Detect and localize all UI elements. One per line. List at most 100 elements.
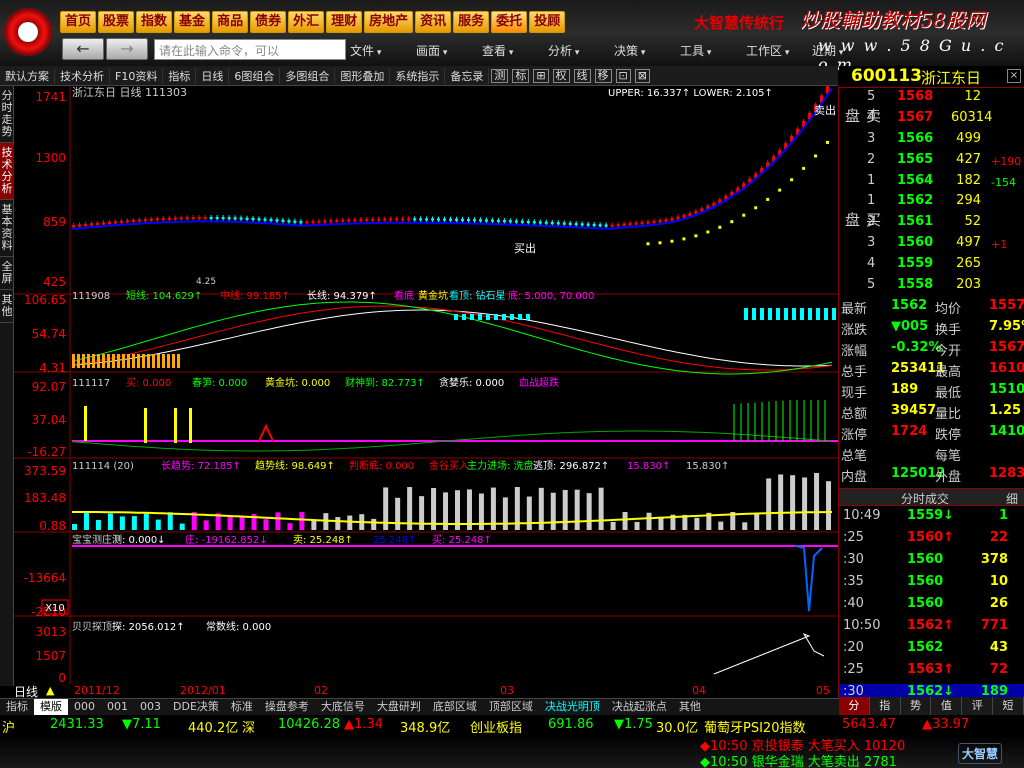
right-tab-3[interactable]: 值 — [931, 697, 963, 715]
menu-4[interactable]: 决策 — [614, 42, 680, 59]
yellow-bar — [77, 354, 80, 368]
toolbar-item-11[interactable]: 标 — [512, 68, 530, 83]
indicator-tab-6[interactable]: 标准 — [225, 699, 259, 715]
menu-6[interactable]: 工作区 — [746, 42, 812, 59]
toolbar-item-16[interactable]: ⊡ — [615, 68, 631, 83]
indicator-tab-8[interactable]: 大底信号 — [315, 699, 371, 715]
nav-1[interactable]: 股票 — [98, 11, 135, 33]
tick-row[interactable]: :25 1563↑ 72 — [839, 662, 1024, 683]
toolbar-item-17[interactable]: ⊠ — [634, 68, 650, 83]
indicator-tab-5[interactable]: DDE决策 — [167, 699, 225, 715]
buy-row[interactable]: 1 1562 294 — [839, 193, 1024, 214]
nav-12[interactable]: 投顾 — [529, 11, 566, 33]
indicator-tab-3[interactable]: 001 — [101, 699, 134, 715]
toolbar-item-6[interactable]: 多图组合 — [280, 67, 336, 84]
nav-2[interactable]: 指数 — [136, 11, 173, 33]
indicator-tab-9[interactable]: 大盘研判 — [371, 699, 427, 715]
nav-8[interactable]: 房地产 — [364, 11, 414, 33]
cyan-bar — [478, 314, 482, 320]
toolbar-item-15[interactable]: 移 — [594, 68, 612, 83]
chart-area[interactable]: 1741 1300 859 425 106.65 54.74 4.31 92.07 37.04 -… — [14, 86, 838, 684]
candle — [407, 218, 411, 221]
indicator-tab-12[interactable]: 决战光明顶 — [539, 699, 606, 715]
index-14: ▲33.97 — [922, 717, 970, 732]
toolbar-item-3[interactable]: 指标 — [163, 67, 197, 84]
menu-7[interactable]: 近期 — [812, 42, 878, 59]
tick-row[interactable]: :35 1560 10 — [839, 574, 1024, 595]
nav-6[interactable]: 外汇 — [288, 11, 325, 33]
right-tab-2[interactable]: 势 — [900, 697, 932, 715]
nav-5[interactable]: 债券 — [250, 11, 287, 33]
period-arrow-icon[interactable]: ▲ — [46, 684, 54, 697]
tick-row[interactable]: 10:49 1559↓ 1 — [839, 508, 1024, 529]
tick-time: :20 — [843, 640, 864, 655]
nav-0[interactable]: 首页 — [60, 11, 97, 33]
toolbar-item-7[interactable]: 图形叠加 — [335, 67, 391, 84]
menu-2[interactable]: 查看 — [482, 42, 548, 59]
left-tab-2[interactable]: 基本资料 — [0, 200, 14, 257]
candle — [299, 221, 303, 224]
index-12: 葡萄牙PSI20指数 — [704, 721, 806, 736]
indicator-tab-0[interactable]: 指标 — [0, 699, 34, 715]
right-tab-0[interactable]: 分 — [839, 697, 870, 715]
toolbar-item-8[interactable]: 系统指示 — [390, 67, 446, 84]
buy-row[interactable]: 5 1558 203 — [839, 277, 1024, 298]
right-tab-1[interactable]: 指 — [869, 697, 901, 715]
toolbar-item-4[interactable]: 日线 — [196, 67, 230, 84]
right-tab-5[interactable]: 短 — [993, 697, 1024, 715]
indicator-tab-10[interactable]: 底部区域 — [427, 699, 483, 715]
toolbar-item-9[interactable]: 备忘录 — [445, 67, 490, 84]
toolbar-item-2[interactable]: F10资料 — [110, 67, 164, 84]
indicator-tab-14[interactable]: 其他 — [673, 699, 707, 715]
toolbar-item-12[interactable]: ⊞ — [533, 68, 549, 83]
panel3-title: 111117 — [72, 378, 110, 389]
volume-bar — [562, 489, 568, 530]
tick-row[interactable]: :20 1562 43 — [839, 640, 1024, 661]
tick-row[interactable]: :40 1560 26 — [839, 596, 1024, 617]
nav-7[interactable]: 理财 — [326, 11, 363, 33]
indicator-tab-2[interactable]: 000 — [68, 699, 101, 715]
forward-button[interactable]: → — [106, 38, 148, 60]
tick-row[interactable]: :25 1560↑ 22 — [839, 530, 1024, 551]
nav-3[interactable]: 基金 — [174, 11, 211, 33]
indicator-tab-4[interactable]: 003 — [134, 699, 167, 715]
period-label[interactable]: 日线 — [14, 683, 38, 700]
indicator-tab-11[interactable]: 顶部区域 — [483, 699, 539, 715]
nav-10[interactable]: 服务 — [453, 11, 490, 33]
short-line — [71, 301, 833, 375]
command-input[interactable]: 请在此输入命令，可以 — [154, 39, 346, 60]
toolbar-item-13[interactable]: 权 — [552, 68, 570, 83]
toolbar-item-10[interactable]: 测 — [491, 68, 509, 83]
tick-row[interactable]: :30 1560 378 — [839, 552, 1024, 573]
tick-detail-button[interactable]: 细 — [1006, 490, 1018, 507]
cyan-bar — [808, 308, 812, 320]
right-tab-4[interactable]: 评 — [962, 697, 994, 715]
left-tab-0[interactable]: 分时走势 — [0, 86, 14, 143]
left-tab-4[interactable]: 其他 — [0, 290, 14, 323]
cyan-bar — [744, 308, 748, 320]
menu-1[interactable]: 画面 — [416, 42, 482, 59]
back-button[interactable]: ← — [62, 38, 104, 60]
toolbar-item-1[interactable]: 技术分析 — [55, 67, 110, 84]
tick-row[interactable]: 10:50 1562↑ 771 — [839, 618, 1024, 639]
toolbar-item-14[interactable]: 线 — [573, 68, 591, 83]
left-tab-1[interactable]: 技术分析 — [0, 143, 14, 200]
sell-row[interactable]: 5 1568 12 — [839, 89, 1024, 110]
menu-0[interactable]: 文件 — [350, 42, 416, 59]
indicator-tab-1[interactable]: 模版 — [34, 699, 68, 715]
menu-3[interactable]: 分析 — [548, 42, 614, 59]
nav-11[interactable]: 委托 — [491, 11, 528, 33]
nav-9[interactable]: 资讯 — [415, 11, 452, 33]
nav-4[interactable]: 商品 — [212, 11, 249, 33]
sell-row[interactable]: 1 1564 182 -154 — [839, 173, 1024, 194]
indicator-tab-7[interactable]: 操盘参考 — [259, 699, 315, 715]
news-1[interactable]: ◆10:50 银华金瑞 大笔卖出 2781 — [700, 751, 897, 768]
toolbar-item-0[interactable]: 默认方案 — [0, 67, 55, 84]
close-icon[interactable]: × — [1007, 69, 1021, 83]
menu-5[interactable]: 工具 — [680, 42, 746, 59]
top-bar: 首页 股票 指数 基金 商品 债券 外汇 理财 房地产 资讯 服务 委托 投顾 大智慧传统行 炒股輔助教… — [0, 0, 1024, 74]
indicator-tab-13[interactable]: 决战起涨点 — [606, 699, 673, 715]
candle — [455, 218, 458, 221]
left-tab-3[interactable]: 全屏 — [0, 257, 14, 290]
toolbar-item-5[interactable]: 6图组合 — [229, 67, 281, 84]
